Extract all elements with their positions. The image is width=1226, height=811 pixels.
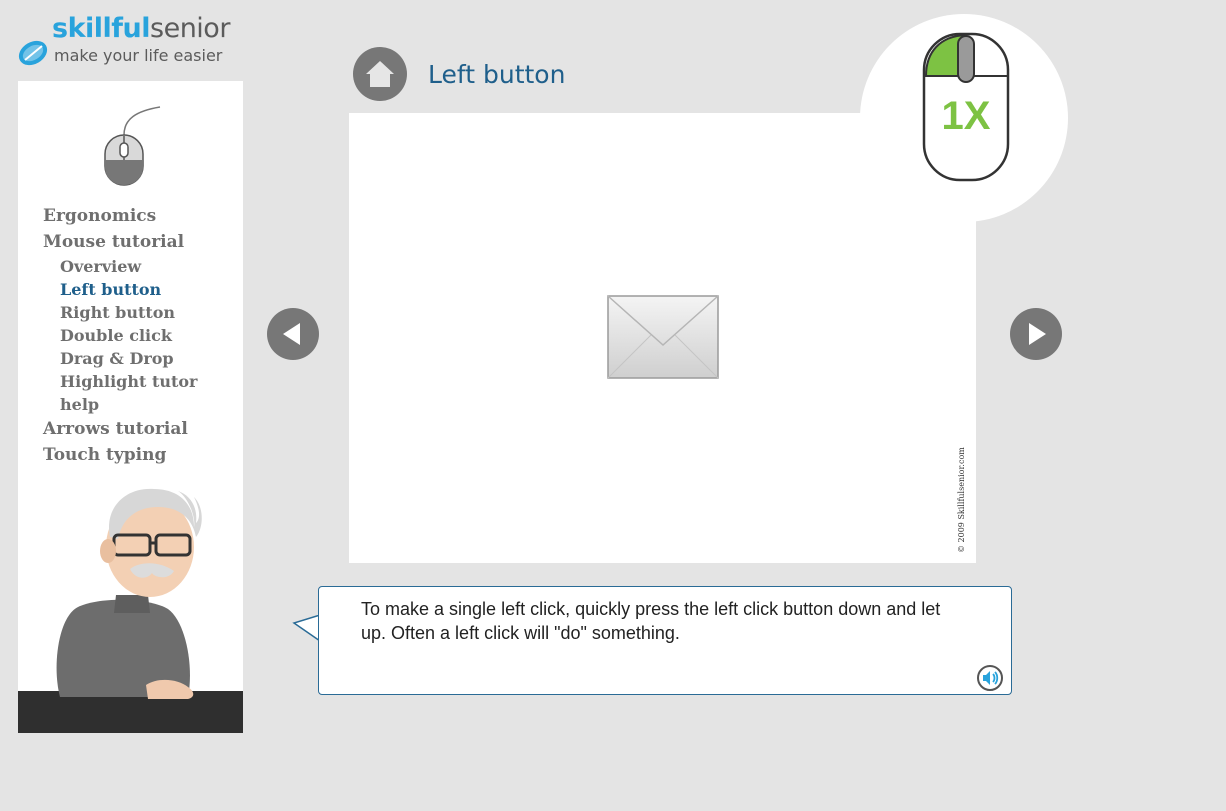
- previous-button[interactable]: [266, 307, 320, 361]
- nav-item-arrows-tutorial[interactable]: Arrows tutorial: [43, 416, 197, 442]
- audio-button[interactable]: [977, 665, 1003, 691]
- logo-brand-part1: skillful: [52, 13, 151, 44]
- nav-item-overview[interactable]: Overview: [43, 255, 197, 278]
- click-hint-badge: 1X: [860, 14, 1068, 222]
- next-button[interactable]: [1009, 307, 1063, 361]
- sidebar: Ergonomics Mouse tutorial Overview Left …: [18, 81, 243, 733]
- nav-item-highlight-tutor[interactable]: Highlight tutor: [43, 370, 197, 393]
- tutorial-nav: Ergonomics Mouse tutorial Overview Left …: [43, 203, 197, 468]
- click-count-label: 1X: [941, 94, 991, 138]
- nav-item-ergonomics[interactable]: Ergonomics: [43, 203, 197, 229]
- mouse-logo-icon: [18, 40, 48, 66]
- home-button[interactable]: [352, 46, 408, 102]
- nav-item-drag-drop[interactable]: Drag & Drop: [43, 347, 197, 370]
- logo-brand: skillfulsenior: [52, 12, 230, 46]
- nav-item-touch-typing[interactable]: Touch typing: [43, 442, 197, 468]
- logo-tagline: make your life easier: [54, 46, 223, 65]
- copyright-text: © 2009 Skillfulsenior.com: [957, 447, 966, 553]
- envelope-icon[interactable]: [607, 295, 719, 379]
- logo: skillfulsenior make your life easier: [16, 13, 246, 72]
- logo-brand-part2: senior: [150, 13, 230, 44]
- nav-item-double-click[interactable]: Double click: [43, 324, 197, 347]
- nav-item-help[interactable]: help: [43, 393, 197, 416]
- mouse-icon: [104, 106, 161, 186]
- instruction-text: To make a single left click, quickly pre…: [361, 599, 941, 643]
- page-title: Left button: [428, 60, 566, 89]
- senior-illustration: [18, 488, 243, 733]
- nav-item-right-button[interactable]: Right button: [43, 301, 197, 324]
- instruction-bubble: To make a single left click, quickly pre…: [318, 586, 1012, 695]
- nav-item-left-button[interactable]: Left button: [43, 278, 197, 301]
- nav-item-mouse-tutorial[interactable]: Mouse tutorial: [43, 229, 197, 255]
